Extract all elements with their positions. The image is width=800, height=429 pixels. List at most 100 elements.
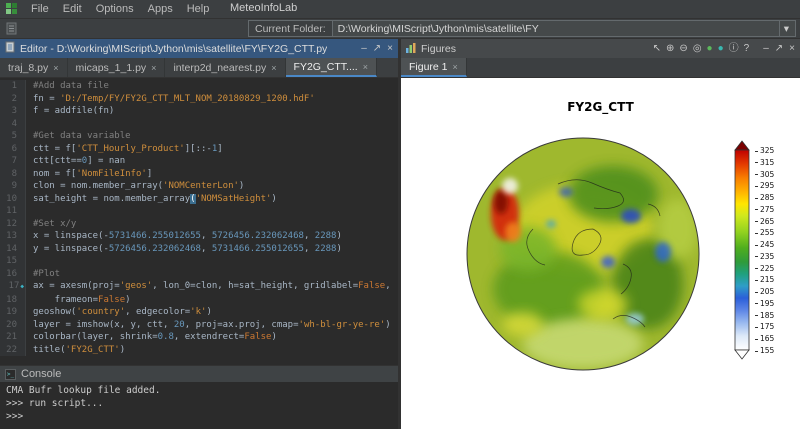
code-line: 16#Plot: [0, 268, 398, 281]
editor-window-buttons: –↗ ×: [361, 44, 393, 54]
colorbar-ticks: 3253153052952852752652552452352252152051…: [755, 150, 795, 350]
menu-item[interactable]: Apps: [141, 2, 180, 16]
code-text: clon = nom.member_array('NOMCenterLon'): [26, 180, 244, 193]
code-text: y = linspace(-5726456.232062468, 5731466…: [26, 243, 342, 256]
float-icon[interactable]: ↗: [373, 44, 381, 54]
editor-title: Editor - D:\Working\MIScript\Jython\mis\…: [20, 43, 327, 55]
colorbar-tick-label: 225: [755, 264, 774, 273]
main-area: Editor - D:\Working\MIScript\Jython\mis\…: [0, 39, 800, 429]
console-line: >>> run script...: [6, 397, 392, 410]
colorbar: 3253153052952852752652552452352252152051…: [734, 140, 798, 363]
editor-tab[interactable]: interp2d_nearest.py ×: [165, 58, 285, 77]
line-number: 21: [0, 331, 26, 344]
minimize-icon[interactable]: –: [361, 44, 367, 54]
menu-item[interactable]: Edit: [56, 2, 89, 16]
code-line: 1#Add data file: [0, 80, 398, 93]
app-title: MeteoInfoLab: [230, 2, 297, 14]
tab-close-icon[interactable]: ×: [53, 63, 58, 73]
code-text: frameon=False): [26, 294, 131, 307]
menu-bar: FileEditOptionsAppsHelp MeteoInfoLab: [0, 0, 800, 19]
code-line: 22title('FY2G_CTT'): [0, 344, 398, 357]
line-number: 6: [0, 143, 26, 156]
editor-tab[interactable]: micaps_1_1.py ×: [68, 58, 166, 77]
figure-tab-label: Figure 1: [409, 61, 448, 73]
code-line: 2fn = 'D:/Temp/FY/FY2G_CTT_MLT_NOM_20180…: [0, 93, 398, 106]
colorbar-tick-label: 325: [755, 146, 774, 155]
code-text: [26, 118, 33, 131]
figure-tab[interactable]: Figure 1 ×: [401, 58, 467, 77]
line-number: 13: [0, 230, 26, 243]
cursor-arrow-icon[interactable]: ↖: [653, 44, 661, 54]
zoom-in-icon[interactable]: ⊕: [666, 44, 674, 54]
tab-close-icon[interactable]: ×: [453, 62, 458, 72]
code-line: 14y = linspace(-5726456.232062468, 57314…: [0, 243, 398, 256]
line-number: 16: [0, 268, 26, 281]
console-header: >_ Console: [0, 365, 398, 382]
float-icon[interactable]: ↗: [775, 44, 783, 54]
terminal-icon: >_: [5, 369, 16, 380]
menu-items: FileEditOptionsAppsHelp: [24, 3, 216, 15]
meteoinfolab-window: FileEditOptionsAppsHelp MeteoInfoLab Cur…: [0, 0, 800, 429]
colorbar-tick-label: 315: [755, 158, 774, 167]
figure-tabbar: Figure 1 ×: [401, 58, 800, 78]
line-number: 12: [0, 218, 26, 231]
code-editor[interactable]: 1#Add data file2fn = 'D:/Temp/FY/FY2G_CT…: [0, 78, 398, 365]
close-icon[interactable]: ×: [789, 44, 795, 54]
full-extent-globe-icon[interactable]: ◎: [693, 44, 702, 54]
code-text: colorbar(layer, shrink=0.8, extendrect=F…: [26, 331, 277, 344]
code-text: [26, 255, 33, 268]
editor-tab[interactable]: traj_8.py ×: [0, 58, 68, 77]
script-file-icon[interactable]: [6, 22, 17, 35]
code-line: 6ctt = f['CTT_Hourly_Product'][::-1]: [0, 143, 398, 156]
line-number: 7: [0, 155, 26, 168]
tab-close-icon[interactable]: ×: [151, 63, 156, 73]
line-number: 5: [0, 130, 26, 143]
meteoinfo-logo-icon: [6, 3, 18, 15]
figure-title: FY2G_CTT: [401, 100, 800, 114]
current-folder-value: D:\Working\MIScript\Jython\mis\satellite…: [338, 23, 779, 35]
current-folder-combobox[interactable]: D:\Working\MIScript\Jython\mis\satellite…: [332, 21, 795, 36]
line-number: 17: [0, 280, 26, 294]
colorbar-tick-label: 305: [755, 170, 774, 179]
code-text: ctt[ctt==0] = nan: [26, 155, 125, 168]
chevron-down-icon[interactable]: ▾: [779, 21, 793, 36]
code-line: 10sat_height = nom.member_array('NOMSatH…: [0, 193, 398, 206]
figures-chart-icon: [406, 42, 416, 56]
code-line: 18 frameon=False): [0, 294, 398, 307]
teal-circle-icon[interactable]: ●: [718, 44, 724, 54]
colorbar-tick-label: 185: [755, 311, 774, 320]
menu-item[interactable]: Help: [180, 2, 217, 16]
green-circle-icon[interactable]: ●: [707, 44, 713, 54]
line-number: 9: [0, 180, 26, 193]
menu-item[interactable]: File: [24, 2, 56, 16]
code-line: 17ax = axesm(proj='geos', lon_0=clon, h=…: [0, 280, 398, 294]
colorbar-tick-label: 265: [755, 217, 774, 226]
figures-header-right: ↖ ⊕ ⊖ ◎ ● ● ⓘ? –↗ ×: [653, 44, 795, 54]
menu-item[interactable]: Options: [89, 2, 141, 16]
info-icon[interactable]: ⓘ: [729, 44, 739, 54]
minimize-icon[interactable]: –: [763, 44, 769, 54]
line-number: 19: [0, 306, 26, 319]
tab-close-icon[interactable]: ×: [271, 63, 276, 73]
current-folder-group: Current Folder: D:\Working\MIScript\Jyth…: [248, 20, 796, 37]
close-icon[interactable]: ×: [387, 44, 393, 54]
help-icon[interactable]: ?: [744, 44, 750, 54]
console-title: Console: [21, 368, 61, 380]
code-line: 9clon = nom.member_array('NOMCenterLon'): [0, 180, 398, 193]
figures-toolbar: ↖ ⊕ ⊖ ◎ ● ● ⓘ?: [653, 44, 750, 54]
figures-title: Figures: [421, 43, 456, 55]
code-line: 15: [0, 255, 398, 268]
code-line: 7ctt[ctt==0] = nan: [0, 155, 398, 168]
tab-close-icon[interactable]: ×: [363, 62, 368, 72]
line-number: 3: [0, 105, 26, 118]
editor-tab-label: FY2G_CTT....: [294, 61, 358, 73]
code-text: layer = imshow(x, y, ctt, 20, proj=ax.pr…: [26, 319, 391, 332]
console-body[interactable]: CMA Bufr lookup file added.>>> run scrip…: [0, 382, 398, 429]
colorbar-tick-label: 285: [755, 193, 774, 202]
editor-tab[interactable]: FY2G_CTT.... ×: [286, 58, 377, 77]
console-line: >>>: [6, 410, 392, 423]
colorbar-tick-label: 155: [755, 346, 774, 355]
editor-panel: Editor - D:\Working\MIScript\Jython\mis\…: [0, 39, 398, 429]
editor-tab-label: micaps_1_1.py: [76, 62, 147, 74]
zoom-out-icon[interactable]: ⊖: [679, 44, 687, 54]
